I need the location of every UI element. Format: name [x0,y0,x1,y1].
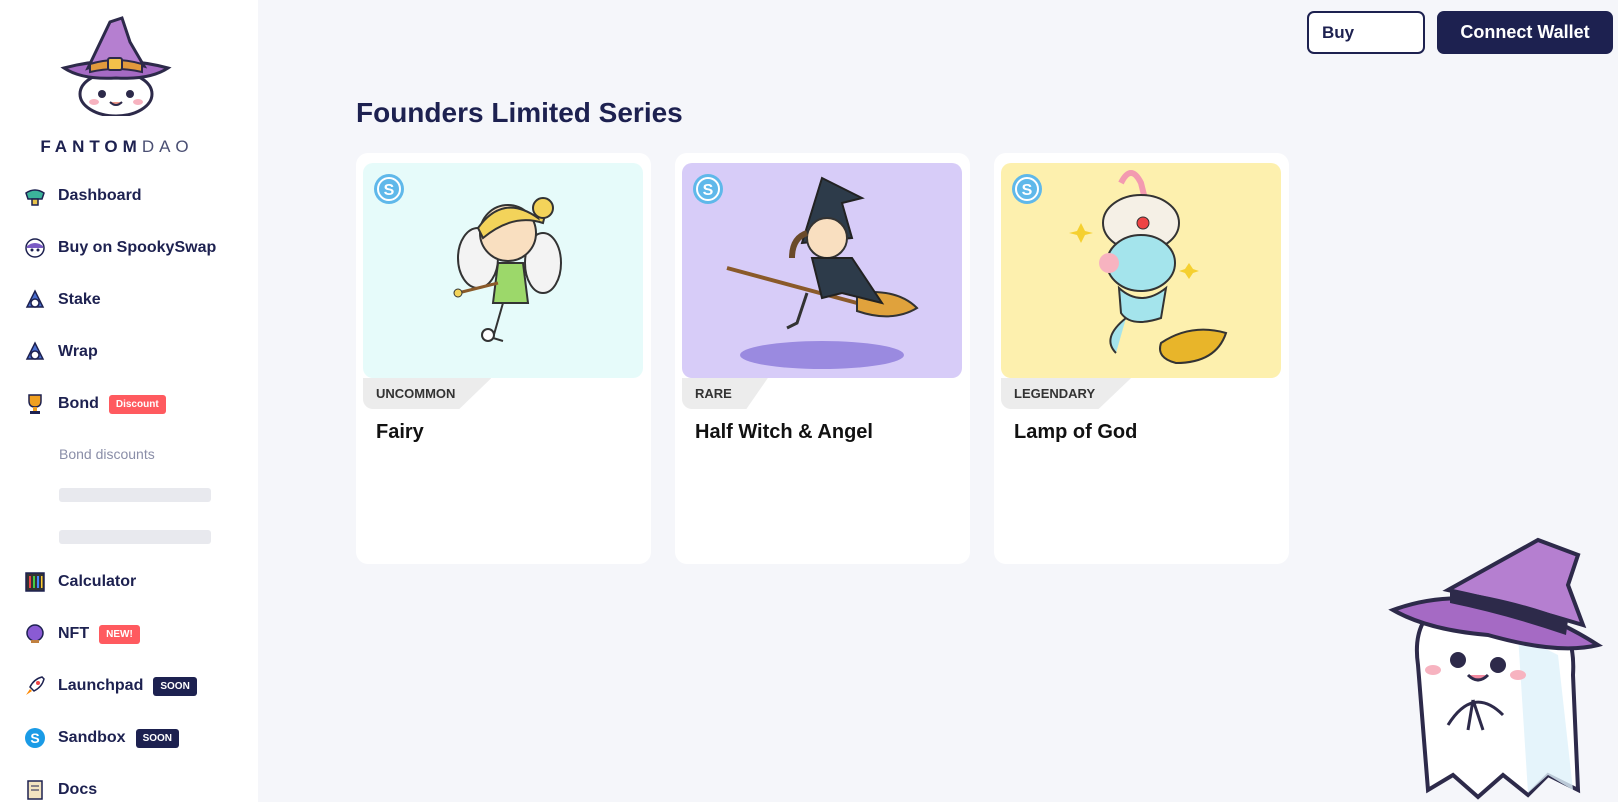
trophy-icon [24,393,46,415]
nft-icon [24,623,46,645]
sidebar-item-calculator[interactable]: Calculator [24,568,136,596]
loading-skeleton [59,488,211,502]
sandbox-icon: S [693,174,723,204]
stake-icon [24,289,46,311]
sandbox-icon: S [374,174,404,204]
sidebar-item-wrap[interactable]: Wrap [24,338,98,366]
calculator-icon [24,571,46,593]
bond-discounts-link[interactable]: Bond discounts [59,446,155,462]
soon-badge: SOON [153,676,197,696]
soon-badge: SOON [135,728,180,748]
docs-icon [24,779,46,801]
sidebar-item-label: Launchpad [58,677,144,694]
connect-wallet-button[interactable]: Connect Wallet [1437,11,1613,54]
sidebar-item-label: Buy on SpookySwap [58,239,217,256]
nft-card[interactable]: S UNCOMMON Fairy [356,153,651,564]
rocket-icon [24,675,46,697]
sidebar-item-label: Docs [58,781,98,798]
svg-text:S: S [30,730,39,746]
svg-text:S: S [1022,182,1033,199]
wrap-icon [24,341,46,363]
nft-image: S [1001,163,1281,378]
page-title: Founders Limited Series [356,97,683,128]
nft-name: Fairy [376,421,424,443]
nft-name: Lamp of God [1014,421,1138,443]
sidebar-item-sandbox[interactable]: S Sandbox SOON [24,724,180,752]
sidebar-item-label: Calculator [58,573,137,590]
rarity-label: LEGENDARY [1001,378,1132,409]
loading-skeleton [59,530,211,544]
sidebar-item-label: NFT [58,625,90,642]
sidebar-item-label: Stake [58,291,101,308]
nft-image: S [682,163,962,378]
sidebar-item-stake[interactable]: Stake [24,286,101,314]
fantomdao-logo-icon [60,16,172,116]
discount-badge: Discount [108,394,166,414]
rarity-label: UNCOMMON [363,378,492,409]
dashboard-icon [24,185,46,207]
sidebar-item-dashboard[interactable]: Dashboard [24,182,142,210]
genie-illustration-icon [1069,170,1228,365]
nft-image: S [363,163,643,378]
new-badge: NEW! [99,624,140,644]
nft-card[interactable]: S RARE Half Witch & Angel [675,153,970,564]
fairy-illustration-icon [453,197,562,342]
nft-name: Half Witch & Angel [695,421,873,443]
nft-card[interactable]: S LEGENDARY Lamp of God [994,153,1289,564]
sidebar-item-buy-on-spookyswap[interactable]: Buy on SpookySwap [24,234,216,262]
sidebar-item-label: Dashboard [58,187,142,204]
brand-wordmark: FANTOMDAO [40,137,194,156]
sidebar-item-label: Bond [58,395,99,412]
sidebar: FANTOMDAO Dashboard Buy on SpookySwap St… [0,0,258,802]
sidebar-item-launchpad[interactable]: Launchpad SOON [24,672,197,700]
sandbox-icon: S [1012,174,1042,204]
sidebar-item-nft[interactable]: NFT NEW! [24,620,140,648]
rarity-label: RARE [682,378,768,409]
buy-button[interactable]: Buy [1307,11,1425,54]
svg-text:S: S [384,182,395,199]
sidebar-item-bond[interactable]: Bond Discount [24,390,166,418]
sidebar-item-label: Wrap [58,343,98,360]
witch-illustration-icon [726,176,919,369]
svg-text:S: S [703,182,714,199]
sidebar-item-docs[interactable]: Docs [24,776,97,802]
sandbox-icon: S [24,727,46,749]
ghost-mascot-icon [1388,537,1604,800]
spookyswap-icon [24,237,46,259]
sidebar-item-label: Sandbox [58,729,126,746]
